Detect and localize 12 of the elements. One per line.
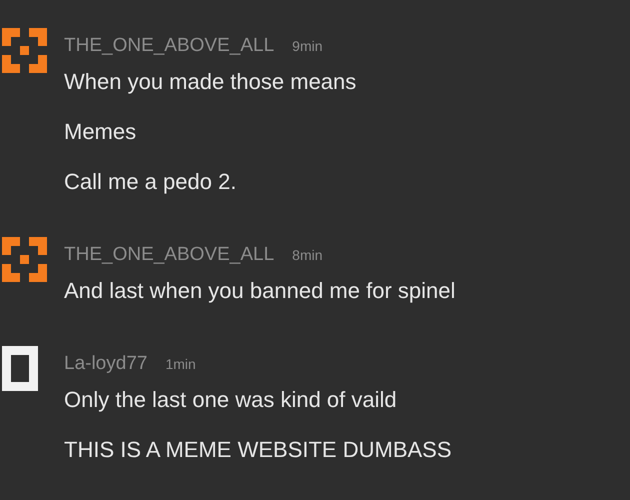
comment-text: When you made those means <box>64 68 356 96</box>
comment-text: Call me a pedo 2. <box>64 168 238 196</box>
comment-text: THIS IS A MEME WEBSITE DUMBASS <box>64 436 452 464</box>
timestamp: 8min <box>292 246 323 265</box>
comment-text: Only the last one was kind of vaild <box>64 386 398 414</box>
comment-text: And last when you banned me for spinel <box>64 277 456 305</box>
username[interactable]: La-loyd77 <box>64 353 148 375</box>
comment-text: Memes <box>64 118 138 146</box>
timestamp: 9min <box>292 37 323 56</box>
timestamp: 1min <box>165 355 196 374</box>
username[interactable]: THE_ONE_ABOVE_ALL <box>64 35 274 57</box>
username[interactable]: THE_ONE_ABOVE_ALL <box>64 244 274 266</box>
